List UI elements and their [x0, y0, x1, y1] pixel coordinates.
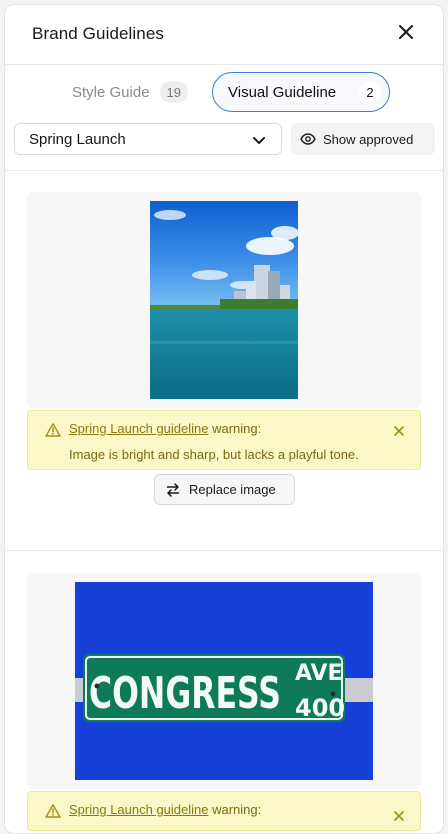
image-preview[interactable] [150, 201, 298, 399]
guideline-link[interactable]: Spring Launch guideline [69, 421, 209, 436]
filter-bar: Spring Launch Show approved [5, 113, 443, 171]
replace-image-label: Replace image [189, 482, 276, 497]
image-preview[interactable]: CONGRESS AVE 400 [75, 582, 373, 780]
tab-visual-guideline[interactable]: Visual Guideline 2 [212, 72, 390, 112]
image-card [27, 192, 421, 408]
guideline-link[interactable]: Spring Launch guideline [69, 802, 209, 817]
guideline-card: Spring Launch guideline warning: Image i… [5, 171, 443, 551]
swap-arrows-icon [166, 482, 180, 497]
sign-main-text: CONGRESS [89, 668, 281, 719]
warning-suffix: warning: [208, 802, 262, 817]
brand-guidelines-panel: Brand Guidelines Style Guide 19 Visual G… [4, 4, 444, 834]
close-icon [399, 25, 413, 39]
warning-title: Spring Launch guideline warning: [69, 802, 261, 817]
show-approved-button[interactable]: Show approved [291, 123, 435, 155]
warning-title: Spring Launch guideline warning: [69, 421, 261, 436]
guideline-warning: Spring Launch guideline warning: Image i… [27, 410, 421, 470]
warning-icon [45, 804, 61, 818]
panel-title: Brand Guidelines [32, 24, 165, 43]
dismiss-warning-icon[interactable] [392, 809, 406, 823]
warning-suffix: warning: [208, 421, 262, 436]
tab-bar: Style Guide 19 Visual Guideline 2 [5, 65, 443, 113]
chevron-down-icon [253, 137, 265, 144]
warning-icon [45, 423, 61, 437]
replace-image-button[interactable]: Replace image [154, 474, 295, 505]
tab-count-badge: 19 [159, 81, 189, 103]
guideline-card: CONGRESS AVE 400 Spring Launch guideline… [5, 551, 443, 833]
tab-label: Visual Guideline [228, 83, 337, 101]
guideline-warning: Spring Launch guideline warning: [27, 791, 421, 831]
close-button[interactable] [395, 21, 417, 43]
dismiss-warning-icon[interactable] [392, 424, 406, 438]
campaign-select-value: Spring Launch [29, 130, 126, 148]
sign-number-text: 400 [295, 694, 345, 722]
warning-message: Image is bright and sharp, but lacks a p… [69, 447, 359, 462]
image-card: CONGRESS AVE 400 [27, 573, 421, 789]
sign-ave-text: AVE [295, 661, 343, 686]
show-approved-label: Show approved [323, 131, 414, 147]
panel-header: Brand Guidelines [5, 5, 443, 65]
campaign-select[interactable]: Spring Launch [14, 123, 282, 155]
tab-style-guide[interactable]: Style Guide 19 [72, 81, 189, 103]
tab-count-badge: 2 [359, 81, 381, 103]
tab-label: Style Guide [72, 83, 150, 101]
eye-icon [300, 133, 316, 145]
